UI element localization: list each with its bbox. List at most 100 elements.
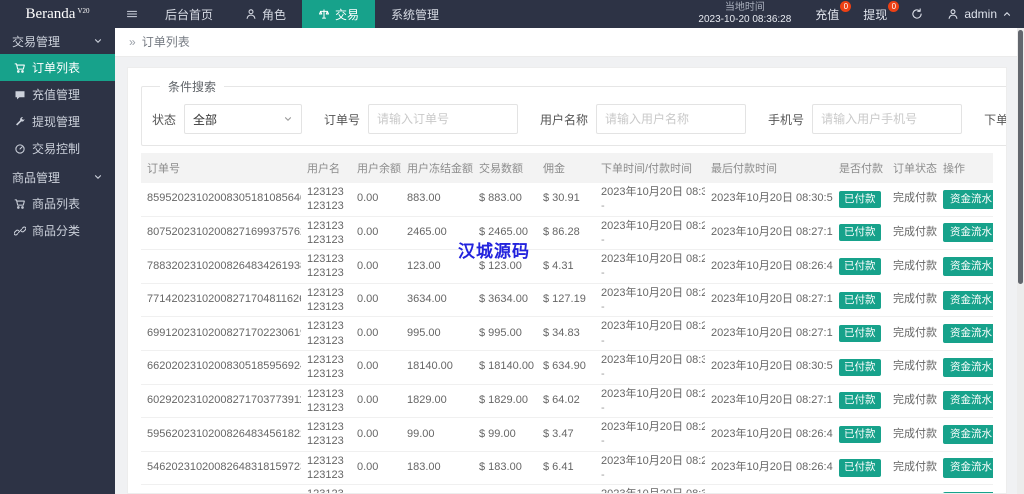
- cell-order-time: 2023年10月20日 08:27:17-: [595, 384, 705, 419]
- top-nav-item-1[interactable]: 角色: [229, 0, 302, 28]
- top-nav-item-2[interactable]: 交易: [302, 0, 376, 28]
- cell-order-time: 2023年10月20日 08:30:51-: [595, 183, 705, 217]
- paid-status-badge: 已付款: [839, 459, 881, 477]
- cell-last-pay-time: 2023年10月20日 08:27:17: [705, 283, 833, 318]
- notification-badge: 0: [888, 1, 900, 12]
- column-header: 操作: [937, 153, 993, 183]
- cell-order-status: 完成付款: [887, 183, 937, 217]
- cell-balance: 0.00: [351, 316, 401, 351]
- search-field-label: 用户名称: [540, 112, 589, 127]
- local-time-label: 当地时间: [724, 1, 765, 13]
- paid-status-badge: 已付款: [839, 190, 881, 208]
- sidebar-item-0-0[interactable]: 订单列表: [0, 54, 115, 81]
- fund-flow-button[interactable]: 资金流水: [943, 458, 993, 478]
- sidebar-item-1-0[interactable]: 商品列表: [0, 190, 115, 217]
- paid-status-badge: 已付款: [839, 425, 881, 444]
- cell-last-pay-time: 2023年10月20日 08:26:48: [705, 249, 833, 284]
- quick-link-1[interactable]: 提现 0: [851, 0, 900, 28]
- fund-flow-button[interactable]: 资金流水: [943, 424, 993, 445]
- cell-last-pay-time: 2023年10月20日 08:30:51: [705, 183, 833, 217]
- chevron-down-icon: [93, 36, 103, 46]
- search-field-input-1[interactable]: [596, 104, 747, 134]
- fund-flow-button[interactable]: 资金流水: [943, 223, 993, 243]
- local-time-value: 2023-10-20 08:36:28: [698, 14, 792, 25]
- paid-status-badge: 已付款: [839, 257, 881, 276]
- sidebar-item-0-1[interactable]: 充值管理: [0, 81, 115, 108]
- sidebar-group-header-0[interactable]: 交易管理: [0, 28, 115, 54]
- cell-order-status: 完成付款: [887, 249, 937, 284]
- cell-order-time: 2023年10月20日 08:30:51-: [595, 484, 705, 493]
- paid-status-badge: 已付款: [839, 224, 881, 242]
- fund-flow-button[interactable]: 资金流水: [943, 357, 993, 377]
- top-nav-item-label: 角色: [262, 7, 287, 22]
- table-row: 699120231020082717022306193 123123 123123 0…: [141, 316, 993, 351]
- cell-action: 资金流水: [937, 183, 993, 217]
- cell-trade-amount: $ 123.00: [473, 249, 537, 284]
- column-header: 下单时间/付款时间: [595, 153, 705, 183]
- paid-status-badge: 已付款: [839, 325, 881, 343]
- notification-badge: 0: [840, 1, 852, 12]
- cell-paid: 已付款: [833, 316, 887, 351]
- search-field-2: 手机号: [768, 104, 963, 134]
- cell-commission: $ 4.31: [537, 249, 595, 284]
- cell-username: 123123123123: [301, 384, 351, 419]
- search-legend: 条件搜索: [168, 80, 217, 94]
- scrollbar-thumb[interactable]: [1018, 30, 1023, 284]
- fund-flow-button[interactable]: 资金流水: [943, 256, 993, 277]
- vertical-scrollbar[interactable]: [1017, 28, 1024, 494]
- top-nav-item-label: 交易: [335, 7, 360, 22]
- sidebar-item-label: 交易控制: [32, 142, 81, 156]
- fund-flow-button[interactable]: 资金流水: [943, 324, 993, 344]
- table-row: 595620231020082648345618228 123123 123123 0…: [141, 417, 993, 452]
- top-nav-item-label: 系统管理: [391, 7, 440, 22]
- cell-frozen-amount: 123.00: [401, 249, 473, 284]
- status-label: 状态: [152, 112, 177, 127]
- cell-commission: $ 6.41: [537, 451, 595, 486]
- cell-trade-amount: $ 99.00: [473, 417, 537, 452]
- cell-username: 123123123123: [301, 451, 351, 486]
- cell-paid: 已付款: [833, 451, 887, 486]
- status-select[interactable]: 全部: [184, 104, 303, 134]
- refresh-button[interactable]: [899, 0, 935, 28]
- quick-link-0[interactable]: 充值 0: [803, 0, 852, 28]
- search-field-input-0[interactable]: [368, 104, 519, 134]
- fund-flow-button[interactable]: 资金流水: [943, 391, 993, 411]
- cell-commission: $ 34.83: [537, 316, 595, 351]
- search-field-1: 用户名称: [540, 104, 747, 134]
- cell-last-pay-time: 2023年10月20日 08:27:17: [705, 316, 833, 351]
- chevron-down-icon: [283, 114, 293, 124]
- cell-last-pay-time: 2023年10月20日 08:27:16: [705, 216, 833, 251]
- cell-commission: $ 634.90: [537, 350, 595, 385]
- table-row: 54620231020082648318159723 123123 123123 0.…: [141, 451, 993, 486]
- breadcrumb: » 订单列表: [115, 28, 1024, 57]
- sidebar-item-label: 商品分类: [32, 224, 81, 238]
- sidebar-item-label: 充值管理: [32, 88, 81, 102]
- cell-username: 123123123123: [301, 417, 351, 452]
- table-row: 807520231020082716993757621 123123 123123 0…: [141, 216, 993, 251]
- cell-order-status: 完成付款: [887, 484, 937, 493]
- sidebar-item-1-1[interactable]: 商品分类: [0, 217, 115, 244]
- sidebar-group-header-1[interactable]: 商品管理: [0, 164, 115, 190]
- cell-trade-amount: $ 1829.00: [473, 384, 537, 419]
- sidebar-item-0-3[interactable]: 交易控制: [0, 135, 115, 162]
- fund-flow-button[interactable]: 资金流水: [943, 290, 993, 310]
- top-nav-item-3[interactable]: 系统管理: [375, 0, 455, 28]
- sidebar-group-1: 商品管理 商品列表商品分类: [0, 164, 115, 246]
- search-field-input-2[interactable]: [812, 104, 963, 134]
- fund-flow-button[interactable]: 资金流水: [943, 189, 993, 209]
- cell-order-status: 完成付款: [887, 316, 937, 351]
- scales-icon: [318, 8, 330, 20]
- sidebar-item-0-2[interactable]: 提现管理: [0, 108, 115, 135]
- cell-order-no: 54620231020082648318159723: [141, 451, 301, 486]
- search-field-label: 订单号: [324, 112, 361, 127]
- cell-paid: 已付款: [833, 350, 887, 385]
- gauge-icon: [14, 143, 26, 155]
- top-nav-item-0[interactable]: 后台首页: [149, 0, 229, 28]
- cell-order-status: 完成付款: [887, 216, 937, 251]
- menu-toggle-icon[interactable]: [115, 0, 149, 28]
- user-menu[interactable]: admin: [935, 0, 1024, 28]
- quick-link-label: 提现: [863, 7, 888, 22]
- cell-balance: 0.00: [351, 384, 401, 419]
- cell-trade-amount: $ 18140.00: [473, 350, 537, 385]
- cell-action: 资金流水: [937, 350, 993, 385]
